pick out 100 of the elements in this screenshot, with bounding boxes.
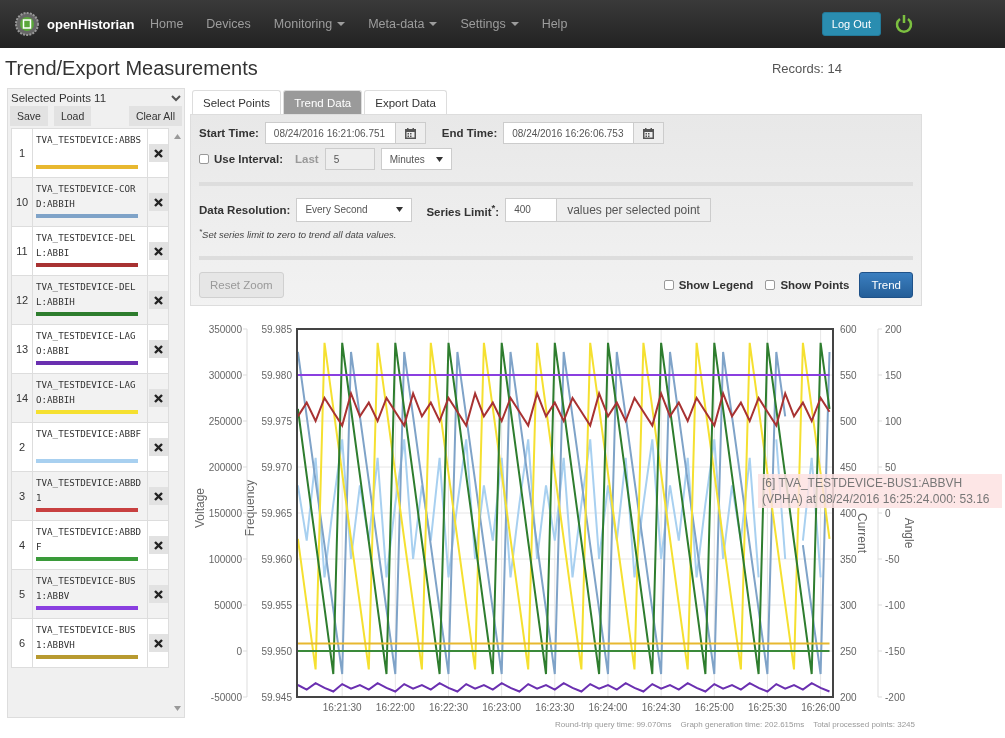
footnote: $^{*}$Set series limit to zero to trend all data values. [199, 226, 398, 241]
axis-tick-label: 59.980 [261, 370, 292, 381]
end-time-field[interactable]: 08/24/2016 16:26:06.753 [503, 122, 635, 144]
axis-tick-label: 50000 [214, 600, 242, 611]
axis-tick-label: 16:23:00 [482, 702, 522, 713]
remove-button[interactable] [148, 193, 168, 211]
axis-tick-label: -50 [885, 554, 900, 565]
stats-text: Graph generation time: 202.615ms [680, 720, 805, 729]
axis-tick-label: 59.975 [261, 416, 292, 427]
checkbox-label: Use Interval: [214, 153, 284, 165]
row-index: 5 [12, 570, 33, 618]
close-icon [153, 197, 163, 207]
axis-tick-label: 150 [885, 370, 902, 381]
tooltip: [6] TVA_TESTDEVICE-BUS1:ABBVH (VPHA) at 08/24/2016 16:25:24.000: 53.16 [758, 474, 1002, 508]
nav-link[interactable]: Settings [460, 17, 519, 31]
nav-link[interactable]: Help [541, 17, 568, 31]
brand-name[interactable]: openHistorian [47, 16, 135, 32]
axis-tick-label: 400 [840, 508, 857, 519]
row-index: 4 [12, 521, 33, 569]
page-title: Trend/Export Measurements [5, 56, 258, 80]
axis-tick-label: -50000 [210, 692, 242, 703]
axis-tick-label: -100 [885, 600, 905, 611]
axis-tick-label: 59.945 [261, 692, 292, 703]
axis-tick-label: 59.950 [261, 646, 292, 657]
row-index: 10 [12, 178, 33, 226]
remove-button[interactable] [148, 487, 168, 505]
point-name: TVA_TESTDEVICE-BUS1:ABBV [36, 574, 137, 603]
checkbox-label: Show Points [780, 279, 850, 291]
axis-tick-label: 200000 [208, 462, 242, 473]
nav-link[interactable]: Meta-data [368, 17, 438, 31]
logout-button[interactable]: Log Out [821, 12, 881, 36]
axis-tick-label: 0 [236, 646, 242, 657]
records-count: Records: 14 [771, 60, 842, 76]
axis-tick-label: 59.955 [261, 600, 292, 611]
checkbox-label: Show Legend [678, 279, 754, 291]
row-index: 11 [12, 227, 33, 275]
remove-button[interactable] [148, 634, 168, 652]
checkbox[interactable] [765, 280, 776, 290]
close-icon [153, 393, 163, 403]
close-icon [153, 491, 163, 501]
logo-icon [15, 12, 39, 36]
axis-tick-label: 50 [885, 462, 897, 473]
series-limit-field[interactable]: 400 [505, 197, 558, 222]
stats-text: Total processed points: 3245 [813, 720, 915, 729]
axis-tick-label: 16:21:30 [322, 702, 362, 713]
caret-icon [435, 156, 443, 162]
point-name: TVA_TESTDEVICE-DELL:ABBI [36, 231, 137, 260]
stats-text: Round-trip query time: 99.070ms [555, 720, 672, 729]
axis-tick-label: 100 [885, 416, 902, 427]
row-index: 1 [12, 129, 33, 177]
checkbox[interactable] [663, 280, 674, 290]
axis-tick-label: 16:22:30 [429, 702, 468, 713]
nav-link[interactable]: Monitoring [273, 17, 346, 31]
calendar-button[interactable] [395, 122, 426, 144]
nav-link[interactable]: Devices [206, 17, 251, 31]
checkbox[interactable] [199, 154, 209, 164]
power-icon[interactable] [895, 14, 913, 34]
remove-button[interactable] [148, 536, 168, 554]
close-icon [153, 540, 163, 550]
point-name: TVA_TESTDEVICE-BUS1:ABBVH [36, 623, 137, 652]
calendar-icon [404, 127, 416, 139]
start-time-field[interactable]: 08/24/2016 16:21:06.751 [264, 122, 396, 144]
axis-tick-label: 16:22:00 [375, 702, 415, 713]
axis-tick-label: 16:26:00 [801, 702, 841, 713]
panel-button[interactable]: Save [10, 106, 48, 126]
remove-button[interactable] [148, 291, 168, 309]
axis-tick-label: 16:23:30 [535, 702, 575, 713]
axis-tick-label: 16:24:00 [588, 702, 628, 713]
axis-tick-label: 59.965 [261, 508, 292, 519]
resolution-dropdown[interactable]: Every Second [296, 197, 413, 222]
remove-button[interactable] [148, 438, 168, 456]
remove-button[interactable] [148, 242, 168, 260]
caret-icon [396, 207, 404, 213]
remove-button[interactable] [148, 389, 168, 407]
axis-tick-label: -150 [885, 646, 905, 657]
remove-button[interactable] [148, 340, 168, 358]
tab[interactable]: Export Data [364, 90, 447, 114]
axis-tick-label: 200 [840, 692, 857, 703]
axis-tick-label: 59.985 [261, 324, 292, 335]
close-icon [153, 295, 163, 305]
axis-tick-label: 250 [840, 646, 857, 657]
row-index: 2 [12, 423, 33, 471]
point-name: TVA_TESTDEVICE-CORD:ABBIH [36, 182, 137, 211]
axis-tick-label: 600 [840, 324, 857, 335]
remove-button[interactable] [148, 144, 168, 162]
trend-button[interactable]: Trend [859, 272, 913, 298]
chevron-down-icon[interactable] [171, 94, 181, 102]
field-label: End Time: [441, 127, 498, 139]
axis-tick-label: 16:24:30 [641, 702, 681, 713]
remove-button[interactable] [148, 585, 168, 603]
calendar-button[interactable] [634, 122, 665, 144]
close-icon [153, 638, 163, 648]
panel-button[interactable]: Load [53, 106, 92, 126]
field-label: Last [295, 153, 319, 165]
panel-button[interactable]: Clear All [128, 106, 182, 126]
axis-tick-label: 100000 [208, 554, 242, 565]
tab[interactable]: Select Points [192, 90, 282, 114]
axis-tick-label: 59.960 [261, 554, 292, 565]
field-label: Series Limit$^{*}$: [426, 202, 500, 218]
nav-link[interactable]: Home [150, 17, 184, 31]
